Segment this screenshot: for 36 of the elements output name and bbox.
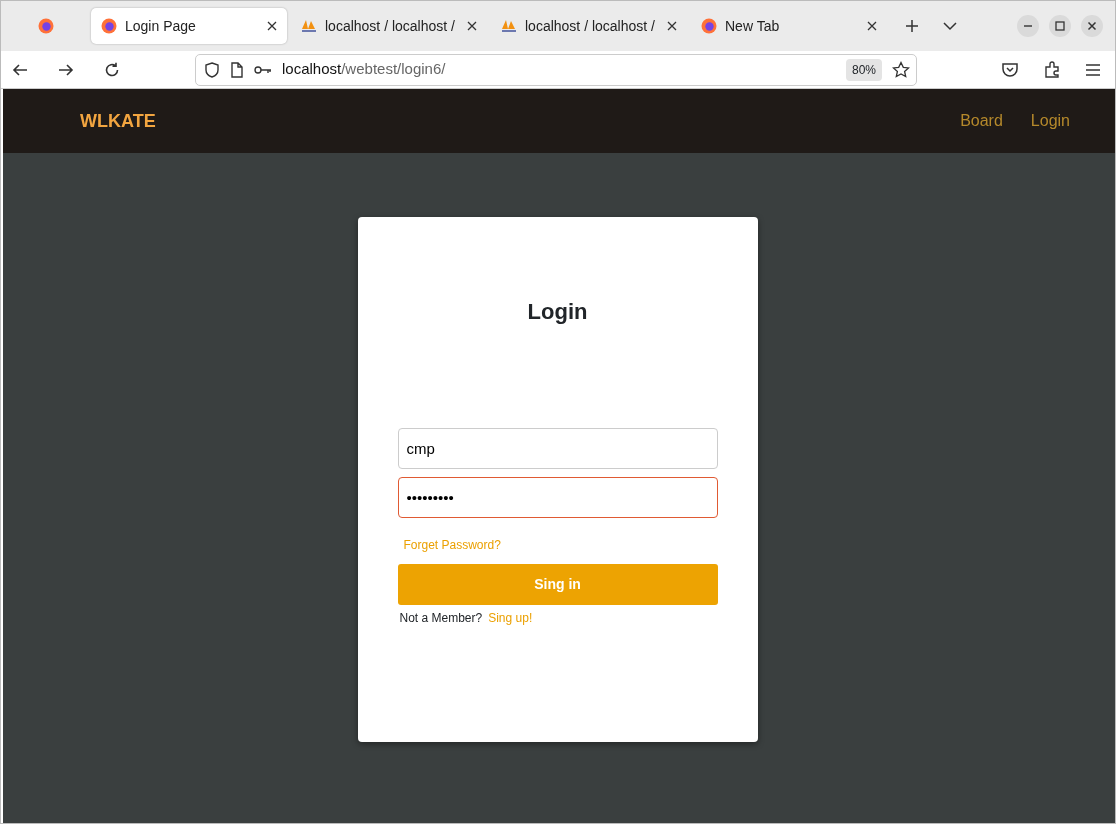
extensions-icon[interactable] [1043, 60, 1061, 79]
close-icon[interactable] [1081, 15, 1103, 37]
nav-link[interactable]: Board [960, 109, 1003, 133]
close-icon[interactable] [267, 21, 277, 31]
pocket-icon[interactable] [1001, 60, 1019, 79]
shield-icon[interactable] [204, 61, 220, 78]
close-icon[interactable] [867, 21, 877, 31]
menu-icon[interactable] [1085, 62, 1101, 77]
browser-tab[interactable]: Login Page [91, 8, 287, 44]
page-icon [230, 61, 244, 78]
star-icon[interactable] [892, 60, 910, 79]
browser-logo-icon [101, 18, 117, 34]
zoom-level[interactable]: 80% [845, 58, 882, 81]
close-icon[interactable] [667, 21, 677, 31]
login-title: Login [526, 298, 589, 326]
browser-tab[interactable]: localhost / localhost / [491, 8, 687, 44]
close-icon[interactable] [467, 21, 477, 31]
input-field[interactable]: ••••••••• [397, 477, 718, 518]
input-field[interactable]: cmp [397, 428, 718, 469]
key-icon[interactable] [254, 63, 272, 76]
maximize-icon[interactable] [1049, 15, 1071, 37]
sail-logo-icon [301, 19, 317, 33]
browser-logo-icon [701, 18, 717, 34]
url-text[interactable]: localhost/webtest/login6/ [282, 58, 836, 81]
browser-tab[interactable]: localhost / localhost / [291, 8, 487, 44]
reload-icon[interactable] [103, 60, 121, 79]
browser-logo-icon [38, 18, 54, 34]
minimize-icon[interactable] [1017, 15, 1039, 37]
new-tab-icon[interactable] [905, 19, 919, 33]
signup-prompt: Not a Member? [399, 611, 483, 625]
address-bar[interactable]: localhost/webtest/login6/ 80% [195, 53, 917, 86]
chevron-down-icon[interactable] [943, 21, 957, 31]
nav-link[interactable]: Login [1030, 109, 1070, 133]
sail-logo-icon [501, 19, 517, 33]
brand-logo[interactable]: WLKATE [80, 107, 156, 135]
browser-tab[interactable]: New Tab [691, 8, 887, 44]
